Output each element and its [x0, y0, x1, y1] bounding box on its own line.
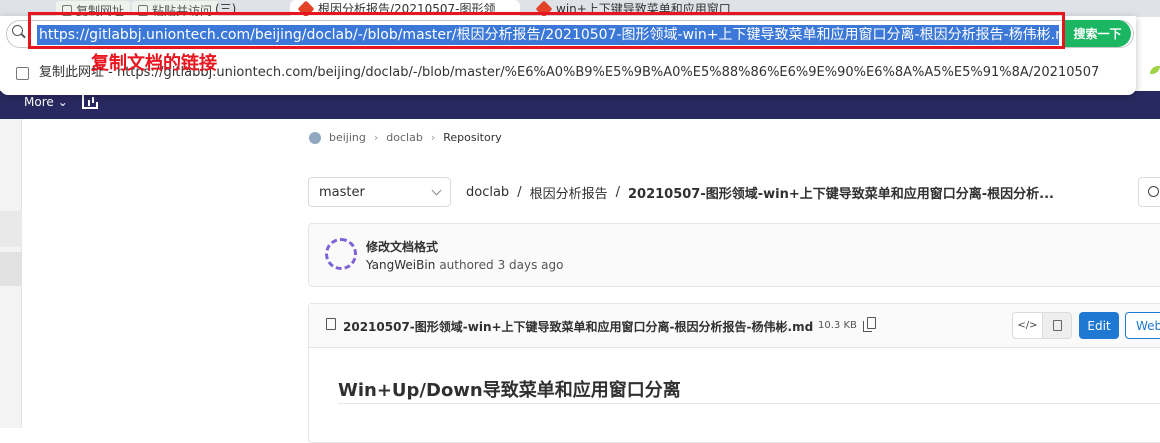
more-menu[interactable]: More ⌄ [24, 95, 68, 109]
highlight-annotation-box [28, 12, 1065, 49]
avatar[interactable] [325, 238, 357, 270]
search-icon [1148, 186, 1159, 197]
path-separator: / [615, 185, 620, 200]
chevron-right-icon: › [430, 131, 436, 144]
branch-select[interactable]: master [308, 177, 451, 207]
more-label: More [24, 95, 54, 109]
sidebar-item-active[interactable] [0, 252, 22, 286]
search-icon [12, 25, 23, 36]
rendered-doc-icon [1052, 320, 1062, 331]
commit-time: 3 days ago [497, 258, 564, 272]
commit-title[interactable]: 修改文档格式 [366, 238, 438, 255]
leaf-icon [1150, 66, 1160, 74]
web-ide-button[interactable]: Web [1125, 312, 1160, 339]
chevron-down-icon [431, 185, 442, 195]
breadcrumb: beijing › doclab › Repository [309, 131, 502, 144]
suggestion-checkbox[interactable] [16, 67, 29, 80]
path-root[interactable]: doclab [466, 185, 509, 200]
commit-action: authored [439, 258, 494, 272]
last-commit-panel [308, 223, 1160, 287]
path-file: 20210507-图形领域-win+上下键导致菜单和应用窗口分离-根因分析... [627, 187, 1054, 202]
commit-author[interactable]: YangWeiBin [366, 258, 435, 272]
namespace-avatar [309, 131, 321, 144]
file-path-breadcrumb: doclab / 根因分析报告 / 20210507-图形领域-win+上下键导… [466, 183, 1054, 202]
heading-divider [338, 403, 1160, 404]
sidebar-item[interactable] [0, 211, 22, 247]
gitlab-top-nav [0, 91, 1160, 119]
address-dropdown-panel: https://gitlabbj.uniontech.com/beijing/d… [0, 12, 1136, 95]
chevron-down-icon: ⌄ [57, 95, 68, 109]
path-folder[interactable]: 根因分析报告 [530, 183, 608, 202]
breadcrumb-namespace[interactable]: beijing [329, 131, 366, 144]
branch-name: master [319, 184, 365, 200]
edit-button[interactable]: Edit [1079, 312, 1119, 339]
file-size: 10.3 KB [818, 320, 857, 331]
activity-chart-icon[interactable] [82, 95, 98, 109]
commit-meta: YangWeiBin authored 3 days ago [366, 258, 564, 272]
display-source-button[interactable]: </> [1012, 312, 1043, 339]
breadcrumb-project[interactable]: doclab [386, 131, 423, 144]
chevron-right-icon: › [373, 131, 379, 144]
copy-path-icon[interactable] [863, 317, 876, 332]
annotation-text: 复制文档的链接 [91, 53, 217, 74]
file-doc-icon [326, 318, 336, 330]
path-separator: / [517, 185, 522, 200]
breadcrumb-repository[interactable]: Repository [443, 131, 502, 144]
markdown-heading: Win+Up/Down导致菜单和应用窗口分离 [338, 380, 681, 401]
search-button[interactable]: 搜索一下 [1064, 20, 1131, 47]
file-name: 20210507-图形领域-win+上下键导致菜单和应用窗口分离-根因分析报告-… [343, 320, 814, 334]
display-rendered-button[interactable] [1043, 312, 1072, 339]
